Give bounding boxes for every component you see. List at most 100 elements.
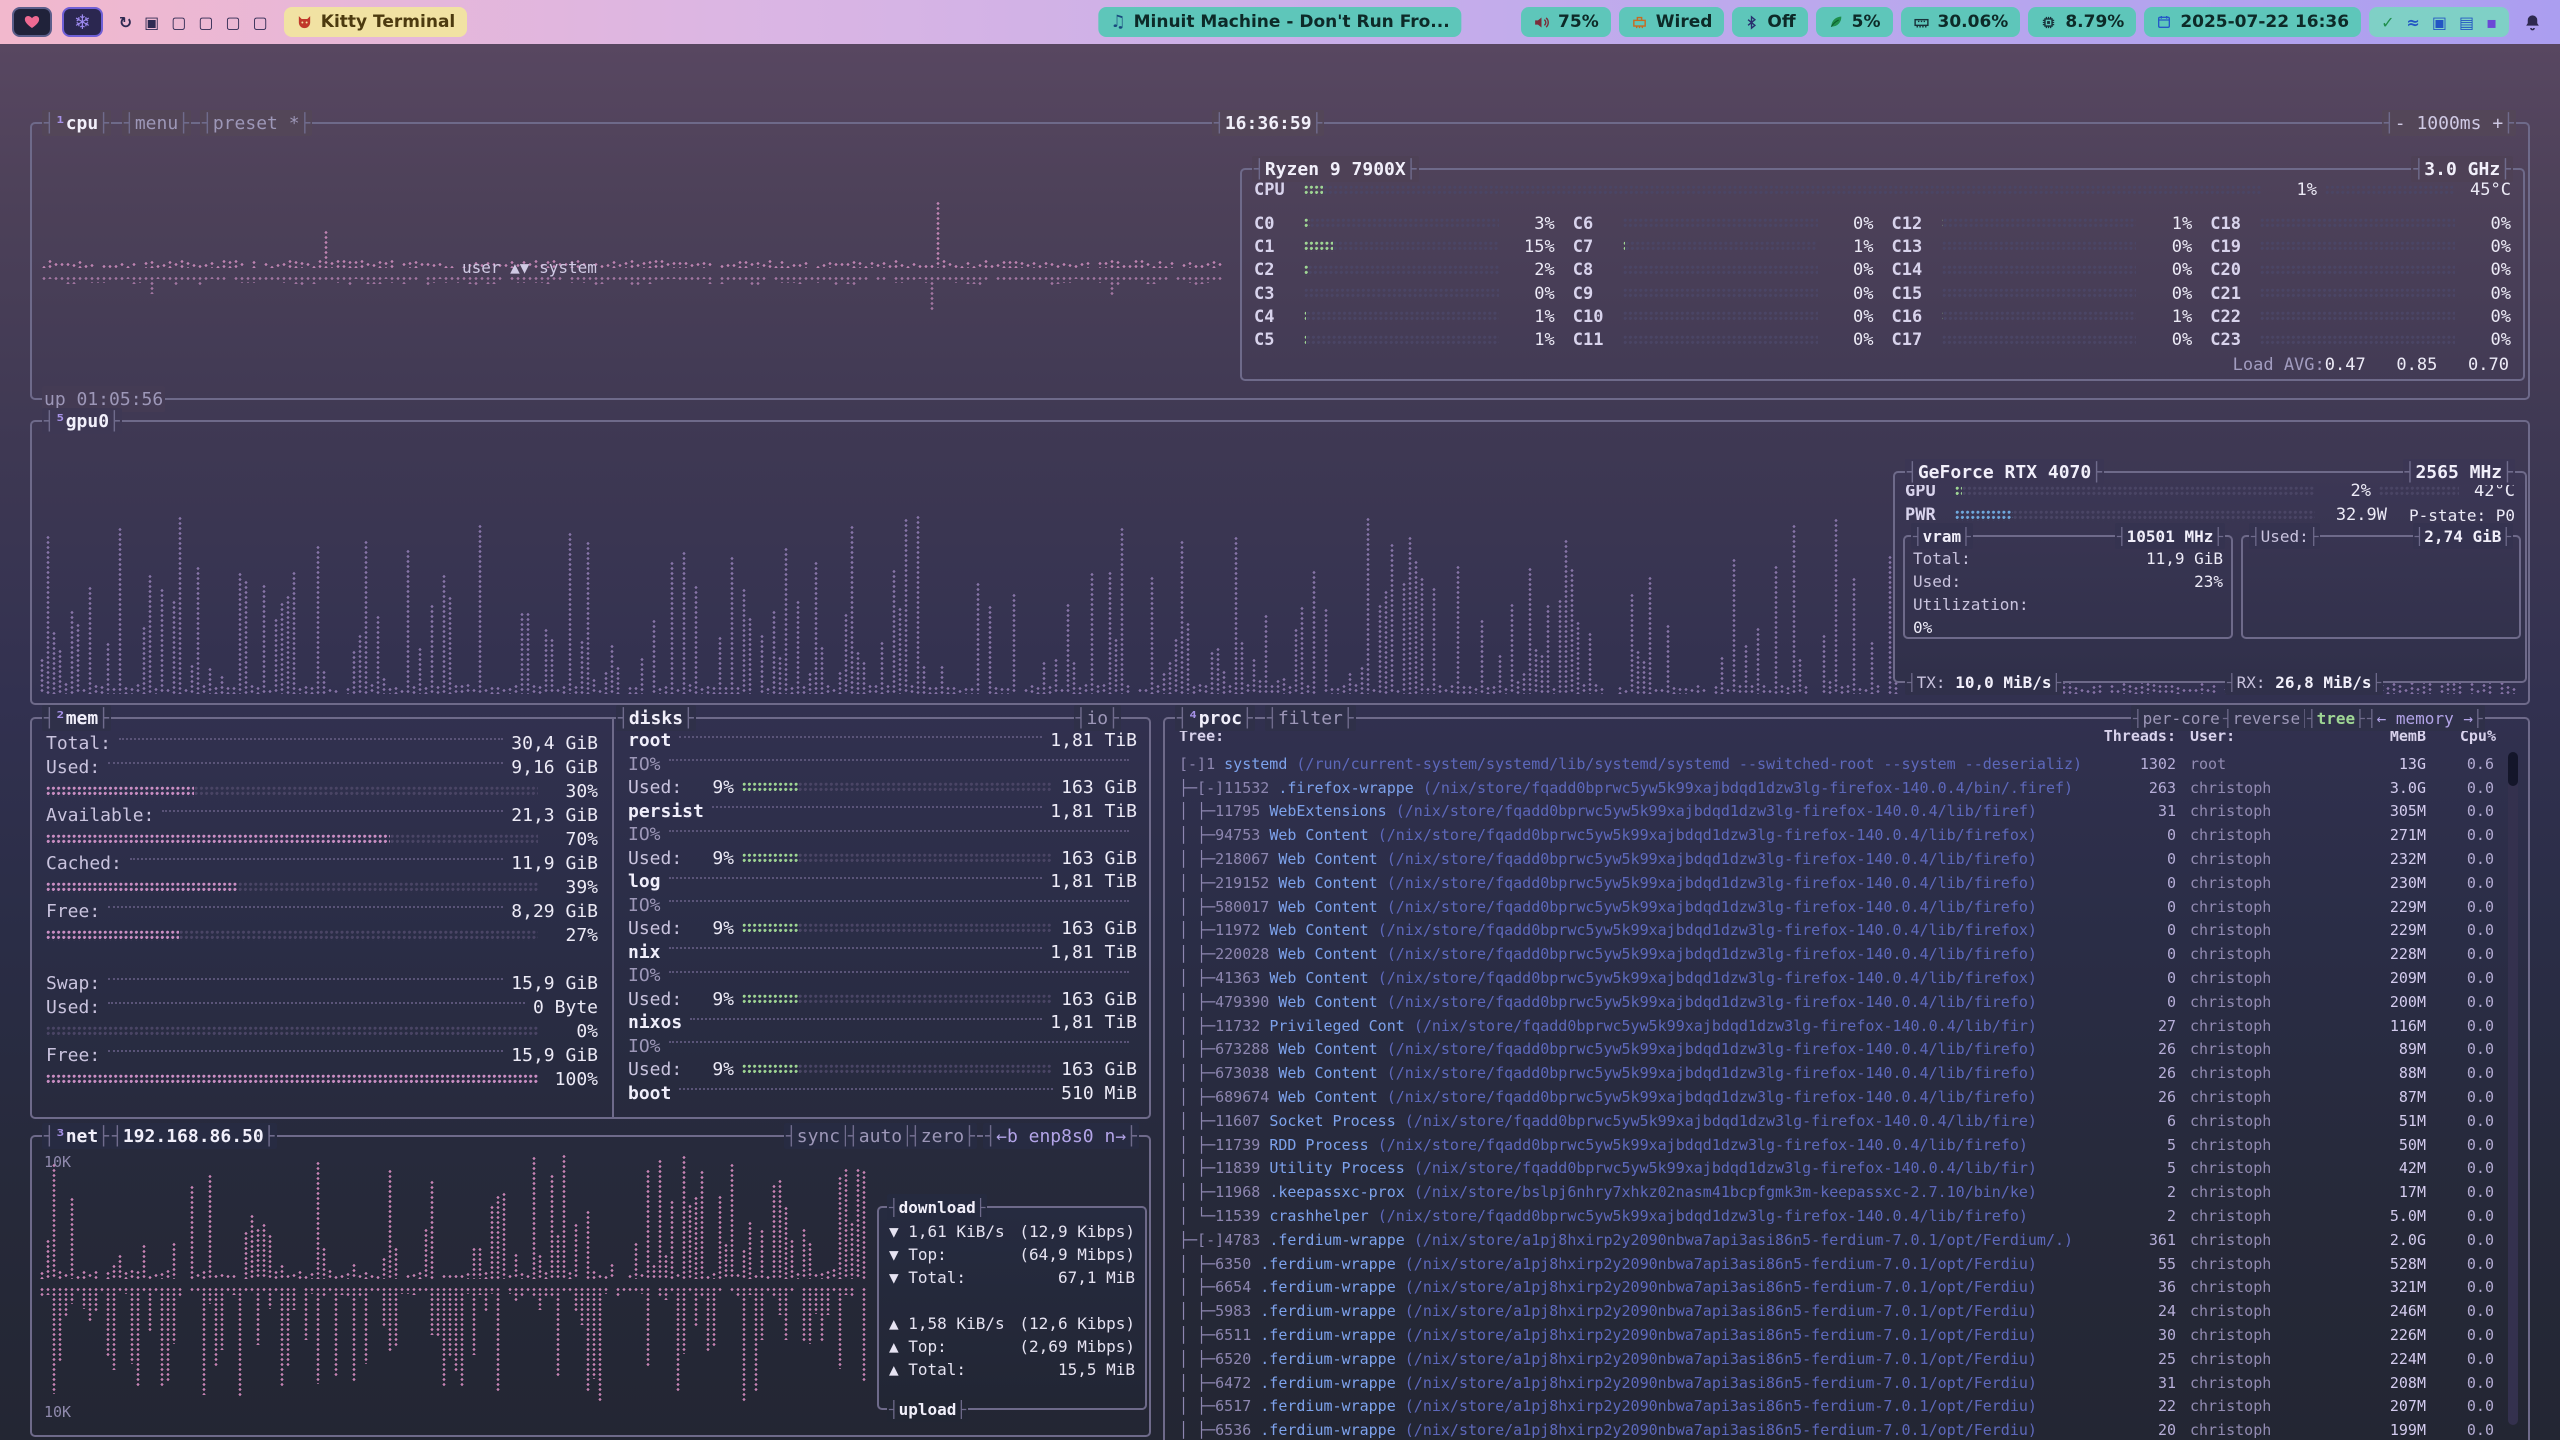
volume-widget[interactable]: 75% (1521, 7, 1611, 37)
music-note-icon: ♫ (1110, 12, 1125, 32)
core-C20: C200% (2210, 259, 2511, 282)
disk-list: root1,81 TiBIO%Used:9%163 GiBpersist1,81… (628, 729, 1137, 1105)
core-C3: C30% (1254, 282, 1555, 305)
vram-used-box: ┤Used:├ ┤2,74 GiB├ (2241, 535, 2521, 639)
core-C2: C22% (1254, 259, 1555, 282)
proc-row[interactable]: │ ├─218067 Web Content (/nix/store/fqadd… (1179, 847, 2496, 871)
proc-row[interactable]: │ ├─673038 Web Content (/nix/store/fqadd… (1179, 1061, 2496, 1085)
proc-row[interactable]: │ ├─479390 Web Content (/nix/store/fqadd… (1179, 990, 2496, 1014)
cpu-user-graph (42, 142, 1227, 268)
launcher-button[interactable] (12, 7, 52, 37)
proc-row[interactable]: │ ├─6536 .ferdium-wrappe (/nix/store/a1p… (1179, 1418, 2496, 1440)
workspace-icon-3[interactable]: ▢ (171, 13, 186, 32)
network-widget[interactable]: Wired (1619, 7, 1725, 37)
core-C16: C161% (1892, 305, 2193, 328)
mem-entry: Free:15,9 GiB (46, 1043, 598, 1067)
gpu-panel-title[interactable]: ┤⁵gpu0├ (42, 408, 122, 434)
bluetooth-widget[interactable]: Off (1732, 7, 1807, 37)
notifications-button[interactable] (2517, 13, 2548, 32)
disk-io-row: IO% (628, 894, 1137, 918)
proc-row[interactable]: │ ├─6517 .ferdium-wrappe (/nix/store/a1p… (1179, 1395, 2496, 1419)
workspace-icon-1[interactable]: ↻ (119, 13, 132, 32)
proc-row[interactable]: │ ├─11732 Privileged Cont (/nix/store/fq… (1179, 1014, 2496, 1038)
nixos-button[interactable]: ❄ (62, 7, 103, 37)
process-scrollbar[interactable] (2508, 752, 2518, 1425)
proc-row[interactable]: │ ├─11972 Web Content (/nix/store/fqadd0… (1179, 919, 2496, 943)
disks-title: ┤disks├ (616, 705, 696, 731)
proc-row[interactable]: │ ├─580017 Web Content (/nix/store/fqadd… (1179, 895, 2496, 919)
workspace-icon-2[interactable]: ▣ (144, 13, 159, 32)
filter-tab[interactable]: ┤filter├ (1265, 705, 1356, 731)
per-core-tab[interactable]: ┤per-core├ (2131, 705, 2231, 731)
zero-tab[interactable]: ┤zero├ (908, 1123, 977, 1149)
active-window-chip[interactable]: Kitty Terminal (284, 7, 467, 37)
reverse-tab[interactable]: ┤reverse├ (2221, 705, 2312, 731)
cpu-widget[interactable]: 8.79% (2028, 7, 2136, 37)
proc-row[interactable]: │ ├─11839 Utility Process (/nix/store/fq… (1179, 1157, 2496, 1181)
proc-row[interactable]: │ ├─220028 Web Content (/nix/store/fqadd… (1179, 942, 2496, 966)
core-C11: C110% (1573, 329, 1874, 352)
display-icon[interactable]: ▤ (2459, 13, 2474, 32)
proc-row[interactable]: │ ├─6472 .ferdium-wrappe (/nix/store/a1p… (1179, 1371, 2496, 1395)
gpu-pstate: P-state: P0 (2395, 506, 2515, 525)
proc-row[interactable]: │ ├─11739 RDD Process (/nix/store/fqadd0… (1179, 1133, 2496, 1157)
cat-icon (296, 14, 313, 31)
proc-row[interactable]: │ ├─673288 Web Content (/nix/store/fqadd… (1179, 1038, 2496, 1062)
proc-row[interactable]: │ ├─6350 .ferdium-wrappe (/nix/store/a1p… (1179, 1252, 2496, 1276)
disk-name-row: nix1,81 TiB (628, 941, 1137, 965)
vram-used-row: Used:23% (1905, 570, 2231, 593)
io-toggle-tab[interactable]: ┤io├ (1074, 705, 1121, 731)
media-widget[interactable]: ♫ Minuit Machine - Don't Run Fro... (1098, 7, 1461, 37)
proc-row[interactable]: │ ├─11607 Socket Process (/nix/store/fqa… (1179, 1109, 2496, 1133)
proc-row[interactable]: │ ├─219152 Web Content (/nix/store/fqadd… (1179, 871, 2496, 895)
core-C7: C71% (1573, 235, 1874, 258)
proc-row[interactable]: [-]1 systemd (/run/current-system/system… (1179, 752, 2496, 776)
proc-row[interactable]: │ ├─5983 .ferdium-wrappe (/nix/store/a1p… (1179, 1299, 2496, 1323)
core-C0: C03% (1254, 212, 1555, 235)
gpu-frequency: ┤2565 MHz├ (2403, 459, 2515, 485)
proc-row[interactable]: │ ├─94753 Web Content (/nix/store/fqadd0… (1179, 823, 2496, 847)
vram-used-label: ┤Used:├ (2249, 523, 2320, 549)
menu-button[interactable]: ┤menu├ (122, 110, 191, 136)
scrollbar-thumb[interactable] (2508, 752, 2518, 786)
network-panel-title[interactable]: ┤³net├ (42, 1123, 111, 1149)
memory-widget[interactable]: 30.06% (1901, 7, 2021, 37)
mem-meter: 39% (46, 875, 598, 899)
proc-row[interactable]: │ └─11539 crashhelper (/nix/store/fqadd0… (1179, 1204, 2496, 1228)
interface-selector[interactable]: ┤←b enp8s0 n→├ (983, 1123, 1139, 1149)
core-C18: C180% (2210, 212, 2511, 235)
workspace-icon-6[interactable]: ▢ (253, 13, 268, 32)
process-panel: ┤⁴proc├ ┤filter├ ┤per-core├ ┤reverse├ ┤t… (1163, 717, 2530, 1440)
net-stat-line: ▼ 1,61 KiB/s(12,9 Kibps) (889, 1220, 1135, 1243)
wave-icon[interactable]: ≈ (2407, 13, 2420, 32)
desktop: ❄ ↻ ▣ ▢ ▢ ▢ ▢ Kitty Terminal ♫ Minuit Machine… (0, 0, 2560, 1440)
clock-widget[interactable]: 2025-07-22 16:36 (2144, 7, 2361, 37)
proc-row[interactable]: │ ├─689674 Web Content (/nix/store/fqadd… (1179, 1085, 2496, 1109)
proc-row[interactable]: │ ├─41363 Web Content (/nix/store/fqadd0… (1179, 966, 2496, 990)
system-tray: ✓ ≈ ▣ ▤ ▪ (2369, 7, 2509, 37)
preset-button[interactable]: ┤preset *├ (200, 110, 312, 136)
memory-panel-title[interactable]: ┤²mem├ (42, 705, 111, 731)
window-icon[interactable]: ▣ (2432, 13, 2447, 32)
proc-row[interactable]: │ ├─6654 .ferdium-wrappe (/nix/store/a1p… (1179, 1276, 2496, 1300)
proc-row[interactable]: ├─[-]11532 .firefox-wrappe (/nix/store/f… (1179, 776, 2496, 800)
proc-row[interactable]: ├─[-]4783 .ferdium-wrappe (/nix/store/a1… (1179, 1228, 2496, 1252)
proc-row[interactable]: │ ├─6511 .ferdium-wrappe (/nix/store/a1p… (1179, 1323, 2496, 1347)
process-panel-title[interactable]: ┤⁴proc├ (1175, 705, 1255, 731)
clock-display: ┤16:36:59├ (1212, 110, 1324, 136)
workspace-icon-5[interactable]: ▢ (226, 13, 241, 32)
sort-selector[interactable]: ┤← memory →├ (2365, 705, 2485, 731)
sync-tab[interactable]: ┤sync├ (784, 1123, 853, 1149)
proc-row[interactable]: │ ├─11795 WebExtensions (/nix/store/fqad… (1179, 800, 2496, 824)
cpu-panel-title[interactable]: ┤¹cpu├ (42, 110, 111, 136)
mic-icon[interactable]: ▪ (2486, 13, 2497, 32)
auto-tab[interactable]: ┤auto├ (846, 1123, 915, 1149)
calendar-icon (2156, 14, 2172, 30)
proc-row[interactable]: │ ├─11968 .keepassxc-prox (/nix/store/bs… (1179, 1180, 2496, 1204)
update-interval-control[interactable]: ┤- 1000ms +├ (2382, 110, 2516, 136)
proc-row[interactable]: │ ├─6520 .ferdium-wrappe (/nix/store/a1p… (1179, 1347, 2496, 1371)
check-icon[interactable]: ✓ (2381, 13, 2394, 32)
power-profile-widget[interactable]: 5% (1816, 7, 1893, 37)
tree-tab[interactable]: ┤tree├ (2305, 705, 2367, 731)
workspace-icon-4[interactable]: ▢ (198, 13, 213, 32)
